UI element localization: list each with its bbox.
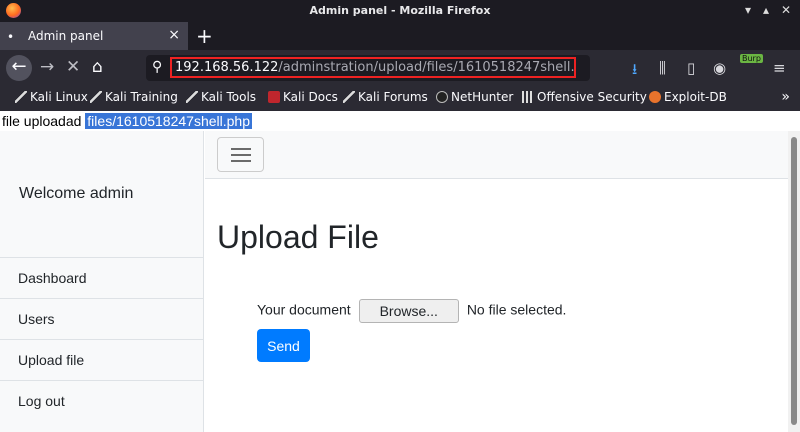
nav-log-out[interactable]: Log out — [0, 380, 203, 421]
tab-admin-panel[interactable]: • Admin panel × — [0, 22, 188, 50]
more-bookmarks-icon[interactable]: » — [781, 89, 790, 105]
scrollbar-thumb[interactable] — [791, 137, 797, 425]
bookmark-offensive-security[interactable]: Offensive Security — [522, 90, 647, 104]
burp-extension-icon[interactable]: Burp — [740, 54, 763, 63]
tab-strip: • Admin panel × + — [0, 22, 800, 50]
url-bar[interactable]: ⚲ 192.168.56.122/adminstration/upload/fi… — [146, 55, 590, 81]
bookmark-kali-training[interactable]: Kali Training — [90, 90, 178, 104]
browse-button[interactable]: Browse... — [358, 299, 459, 323]
document-label: Your document — [257, 301, 351, 318]
navbar-toggle-button[interactable] — [217, 137, 264, 172]
menu-icon[interactable]: ≡ — [773, 59, 786, 77]
bookmark-kali-tools[interactable]: Kali Tools — [186, 90, 256, 104]
hamburger-icon — [231, 148, 251, 150]
new-tab-icon[interactable]: + — [196, 24, 213, 48]
url-path: /adminstration/upload/files/1610518247sh… — [278, 60, 576, 75]
welcome-text: Welcome admin — [19, 185, 134, 202]
page-scrollbar[interactable] — [788, 131, 800, 432]
nav-users[interactable]: Users — [0, 298, 203, 339]
account-icon[interactable]: ◉ — [713, 59, 726, 77]
upload-form-row: Your document Browse... No file selected… — [257, 299, 566, 323]
bookmark-kali-linux[interactable]: Kali Linux — [15, 90, 88, 104]
window-title: Admin panel - Mozilla Firefox — [309, 4, 491, 17]
kali-dragon-icon — [343, 91, 355, 103]
kali-dragon-icon — [15, 91, 27, 103]
search-icon: ⚲ — [152, 59, 163, 75]
offensive-security-icon — [522, 91, 534, 103]
nav-dashboard[interactable]: Dashboard — [0, 257, 203, 298]
top-navbar — [205, 131, 788, 179]
nethunter-icon — [436, 91, 448, 103]
hamburger-icon — [231, 154, 251, 156]
back-button[interactable]: ← — [6, 55, 32, 81]
stop-button[interactable]: ✕ — [66, 57, 80, 77]
url-host: 192.168.56.122 — [175, 60, 279, 75]
home-button[interactable]: ⌂ — [92, 57, 103, 77]
kali-docs-icon — [268, 91, 280, 103]
sidebar: Welcome admin Dashboard Users Upload fil… — [0, 131, 204, 432]
tab-label: Admin panel — [28, 29, 104, 43]
nav-upload-file[interactable]: Upload file — [0, 339, 203, 380]
exploit-db-icon — [649, 91, 661, 103]
library-icon[interactable]: ⫼ — [659, 59, 666, 77]
forward-button[interactable]: → — [40, 57, 54, 77]
bookmark-kali-docs[interactable]: Kali Docs — [268, 90, 338, 104]
sidebar-icon[interactable]: ▯ — [687, 59, 695, 77]
tab-loading-icon: • — [7, 30, 15, 44]
kali-dragon-icon — [186, 91, 198, 103]
kali-dragon-icon — [90, 91, 102, 103]
url-field[interactable]: 192.168.56.122/adminstration/upload/file… — [170, 57, 576, 78]
send-button[interactable]: Send — [257, 329, 310, 362]
uploaded-file-path: files/1610518247shell.php — [85, 113, 252, 129]
close-tab-icon[interactable]: × — [168, 27, 180, 43]
bookmark-kali-forums[interactable]: Kali Forums — [343, 90, 428, 104]
bookmark-exploit-db[interactable]: Exploit-DB — [649, 90, 727, 104]
minimize-icon[interactable]: ▾ — [745, 3, 751, 17]
upload-result-message: file uploadad files/1610518247shell.php — [2, 113, 252, 129]
navigation-toolbar: ← → ✕ ⌂ ⚲ 192.168.56.122/adminstration/u… — [0, 50, 800, 86]
bookmark-nethunter[interactable]: NetHunter — [436, 90, 513, 104]
close-window-icon[interactable]: ✕ — [781, 3, 791, 17]
window-titlebar: Admin panel - Mozilla Firefox ▾ ▴ ✕ — [0, 0, 800, 22]
file-status: No file selected. — [466, 301, 567, 318]
page-content: file uploadad files/1610518247shell.php … — [0, 111, 800, 432]
restore-icon[interactable]: ▴ — [763, 3, 769, 17]
bookmarks-toolbar: Kali Linux Kali Training Kali Tools Kali… — [0, 86, 800, 111]
page-title: Upload File — [217, 219, 379, 255]
hamburger-icon — [231, 160, 251, 162]
downloads-icon[interactable]: ⭳ — [632, 59, 637, 84]
